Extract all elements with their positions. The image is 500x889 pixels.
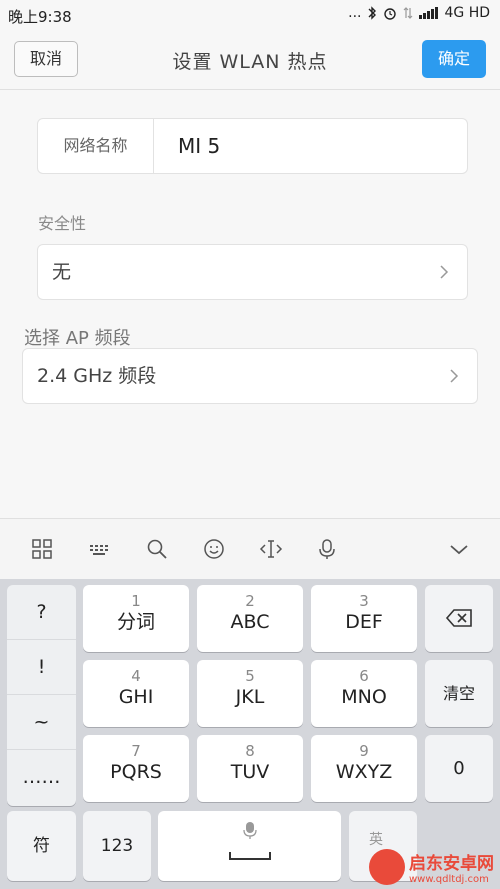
status-icons: ... 4G HD: [348, 5, 490, 21]
symbol-key[interactable]: ?: [7, 585, 76, 640]
key-0[interactable]: 0: [425, 735, 493, 802]
clear-label: 清空: [442, 684, 475, 703]
zero-label: 0: [453, 758, 465, 779]
space-key[interactable]: [158, 811, 341, 881]
language-label: 英: [369, 832, 383, 848]
key-number: 9: [359, 742, 369, 760]
data-transfer-icon: [404, 7, 413, 19]
key-number: 4: [131, 667, 141, 685]
symbols-label: 符: [33, 836, 50, 856]
grid-icon[interactable]: [30, 537, 54, 561]
key-letters: TUV: [230, 761, 270, 783]
symbol-key[interactable]: !: [7, 640, 76, 695]
chevron-right-icon: [440, 265, 449, 279]
key-number: 7: [131, 742, 141, 760]
key-7[interactable]: 7 PQRS: [83, 735, 189, 802]
microphone-icon[interactable]: [315, 537, 339, 561]
cursor-icon[interactable]: [259, 537, 283, 561]
ap-band-value: 2.4 GHz 频段: [37, 365, 157, 387]
key-3[interactable]: 3 DEF: [311, 585, 417, 652]
ap-band-label: 选择 AP 频段: [24, 328, 131, 349]
security-label: 安全性: [38, 214, 87, 233]
symbol-key[interactable]: ~: [7, 695, 76, 750]
key-9[interactable]: 9 WXYZ: [311, 735, 417, 802]
watermark-url: www.qdltdj.com: [409, 874, 489, 885]
key-letters: GHI: [118, 686, 154, 708]
network-name-field[interactable]: 网络名称 MI 5: [37, 118, 468, 174]
title-bar: 取消 设置 WLAN 热点 确定: [0, 30, 500, 90]
key-letters: WXYZ: [335, 761, 393, 783]
key-letters: ABC: [230, 611, 270, 633]
key-6[interactable]: 6 MNO: [311, 660, 417, 727]
search-icon[interactable]: [145, 537, 169, 561]
network-name-label: 网络名称: [38, 119, 154, 173]
microphone-icon: [243, 822, 257, 839]
key-2[interactable]: 2 ABC: [197, 585, 303, 652]
watermark: 启东安卓网 www.qdltdj.com: [369, 849, 494, 885]
alarm-icon: [384, 8, 397, 20]
keyboard: ? ! ~ …… 1 分词 2 ABC 3 DEF 4 GHI 5 JKL 6 MNO 清空…: [0, 579, 500, 889]
key-number: 6: [359, 667, 369, 685]
symbol-key[interactable]: ……: [7, 750, 76, 805]
number-mode-button[interactable]: 123: [83, 811, 151, 881]
network-name-input[interactable]: MI 5: [178, 119, 220, 173]
clear-button[interactable]: 清空: [425, 660, 493, 727]
key-4[interactable]: 4 GHI: [83, 660, 189, 727]
key-letters: MNO: [341, 686, 387, 708]
key-number: 2: [245, 592, 255, 610]
symbols-button[interactable]: 符: [7, 811, 76, 881]
watermark-logo-icon: [369, 849, 405, 885]
key-1[interactable]: 1 分词: [83, 585, 189, 652]
backspace-icon: [445, 609, 472, 627]
keyboard-icon[interactable]: [88, 537, 112, 561]
network-type: 4G HD: [444, 5, 490, 21]
symbol-column[interactable]: ? ! ~ ……: [7, 585, 76, 806]
number-mode-label: 123: [100, 836, 134, 856]
key-number: 5: [245, 667, 255, 685]
confirm-button[interactable]: 确定: [422, 40, 486, 78]
space-icon: [229, 852, 271, 860]
security-selector[interactable]: 无: [37, 244, 468, 300]
key-letters: DEF: [345, 611, 383, 633]
key-letters: JKL: [235, 686, 265, 708]
emoji-icon[interactable]: [202, 537, 226, 561]
collapse-icon[interactable]: [447, 537, 471, 561]
bluetooth-icon: [368, 6, 377, 20]
status-bar: 晚上9:38 ... 4G HD: [0, 0, 500, 30]
key-number: 8: [245, 742, 255, 760]
key-8[interactable]: 8 TUV: [197, 735, 303, 802]
key-letters: 分词: [116, 611, 155, 633]
key-5[interactable]: 5 JKL: [197, 660, 303, 727]
notification-dots: ...: [348, 5, 362, 21]
ap-band-selector[interactable]: 2.4 GHz 频段: [22, 348, 478, 404]
backspace-button[interactable]: [425, 585, 493, 652]
chevron-right-icon: [450, 369, 459, 383]
security-value: 无: [52, 261, 72, 283]
key-letters: PQRS: [110, 761, 162, 783]
watermark-brand: 启东安卓网: [409, 854, 494, 874]
keyboard-toolbar: [0, 518, 500, 579]
signal-icon: [419, 7, 439, 19]
key-number: 1: [131, 592, 141, 610]
hotspot-settings-form: 网络名称 MI 5 安全性 无 选择 AP 频段 2.4 GHz 频段: [0, 91, 500, 518]
key-number: 3: [359, 592, 369, 610]
status-time: 晚上9:38: [8, 8, 72, 26]
